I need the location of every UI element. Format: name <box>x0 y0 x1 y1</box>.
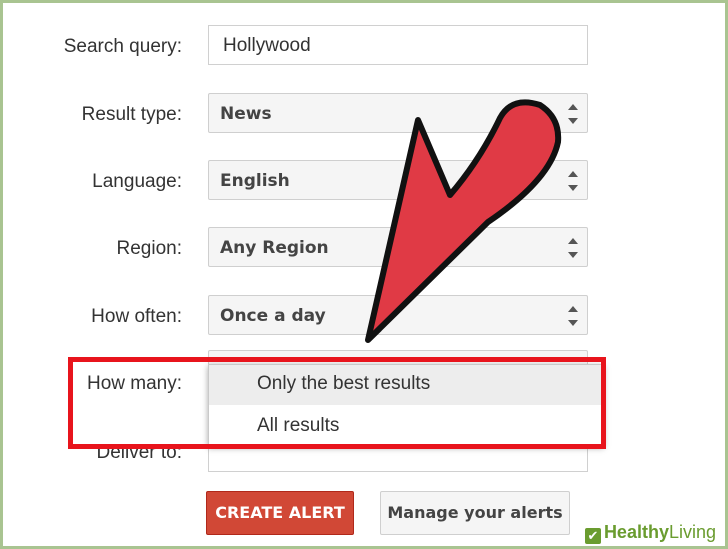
check-icon: ✔ <box>584 528 601 544</box>
pointer-arrow-icon <box>365 99 562 343</box>
healthy-living-logo: ✔ HealthyLiving <box>578 519 722 545</box>
